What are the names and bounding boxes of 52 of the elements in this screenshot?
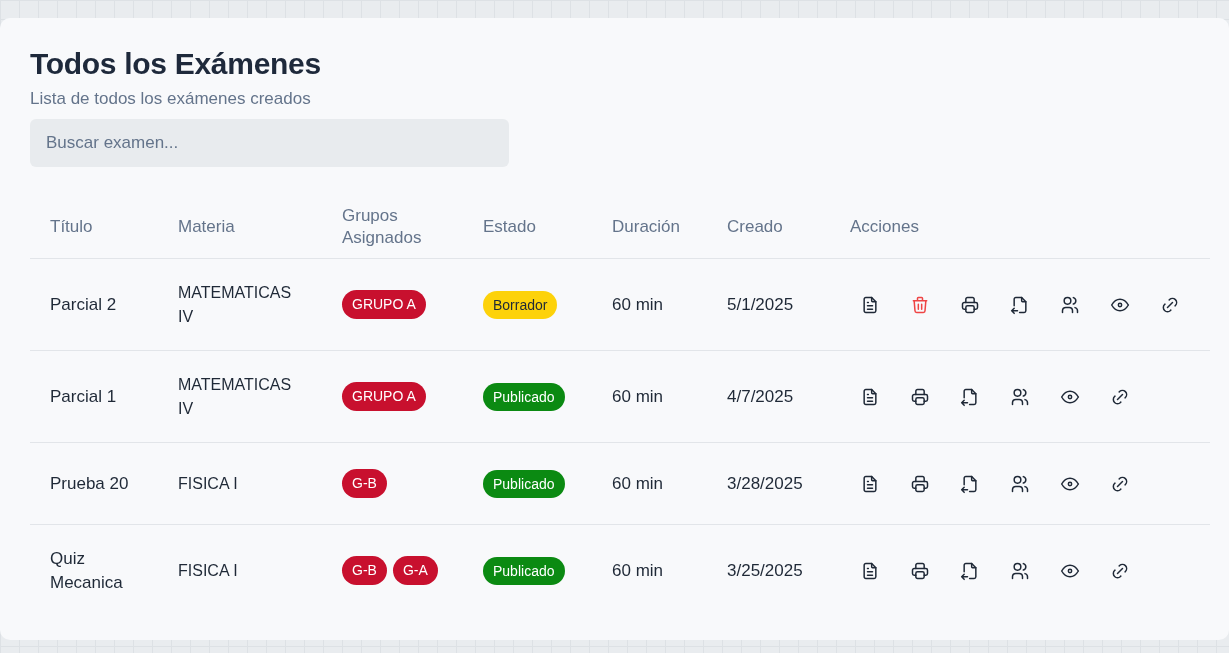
print-icon[interactable] bbox=[910, 386, 930, 407]
subject-cell-text: FISICA I bbox=[178, 560, 239, 581]
status-badge: Borrador bbox=[483, 290, 558, 319]
users-icon[interactable] bbox=[1060, 294, 1080, 315]
exam-title: Parcial 1 bbox=[50, 385, 118, 408]
exam-title: Quiz Mecanica bbox=[50, 547, 124, 594]
date-cell-text: 3/28/2025 bbox=[727, 473, 804, 494]
users-icon[interactable] bbox=[1010, 473, 1030, 494]
print-icon[interactable] bbox=[960, 294, 980, 315]
exam-title: Prueba 20 bbox=[50, 472, 130, 495]
duration-cell-text: 60 min bbox=[612, 386, 665, 407]
subject-cell-text: MATEMATICAS IV bbox=[178, 374, 293, 419]
file-import-icon[interactable] bbox=[1010, 294, 1030, 315]
column-header: Acciones bbox=[850, 215, 920, 238]
duration-cell-text: 60 min bbox=[612, 473, 665, 494]
document-icon[interactable] bbox=[860, 386, 880, 407]
group-badge: GRUPO A bbox=[342, 290, 426, 319]
document-icon[interactable] bbox=[860, 294, 880, 315]
column-header: Materia bbox=[178, 215, 236, 238]
column-header: Estado bbox=[483, 215, 537, 238]
column-header: Duración bbox=[612, 215, 682, 238]
file-import-icon[interactable] bbox=[960, 560, 980, 581]
group-badge: G-A bbox=[392, 556, 438, 585]
print-icon[interactable] bbox=[910, 560, 930, 581]
users-icon[interactable] bbox=[1010, 386, 1030, 407]
duration-cell-text: 60 min bbox=[612, 294, 665, 315]
file-import-icon[interactable] bbox=[960, 473, 980, 494]
column-header: Grupos Asignados bbox=[342, 204, 423, 249]
page-title: Todos los Exámenes bbox=[30, 46, 322, 82]
status-badge: Publicado bbox=[483, 469, 565, 498]
exam-title: Parcial 2 bbox=[50, 293, 118, 316]
group-badge: G-B bbox=[342, 469, 387, 498]
document-icon[interactable] bbox=[860, 560, 880, 581]
date-cell-text: 3/25/2025 bbox=[727, 560, 804, 581]
delete-icon[interactable] bbox=[910, 294, 930, 315]
print-icon[interactable] bbox=[910, 473, 930, 494]
search-field[interactable]: Buscar examen... bbox=[30, 119, 509, 167]
status-badge: Publicado bbox=[483, 556, 565, 585]
column-header: Creado bbox=[727, 215, 784, 238]
date-cell-text: 4/7/2025 bbox=[727, 386, 795, 407]
page-subtitle: Lista de todos los exámenes creados bbox=[30, 88, 312, 110]
duration-cell-text: 60 min bbox=[612, 560, 665, 581]
column-header: Título bbox=[50, 215, 94, 238]
status-badge: Publicado bbox=[483, 382, 565, 411]
group-badge: G-B bbox=[342, 556, 387, 585]
file-import-icon[interactable] bbox=[960, 386, 980, 407]
document-icon[interactable] bbox=[860, 473, 880, 494]
users-icon[interactable] bbox=[1010, 560, 1030, 581]
subject-cell-text: FISICA I bbox=[178, 473, 239, 494]
subject-cell-text: MATEMATICAS IV bbox=[178, 282, 293, 327]
group-badge: GRUPO A bbox=[342, 382, 426, 411]
date-cell-text: 5/1/2025 bbox=[727, 294, 795, 315]
